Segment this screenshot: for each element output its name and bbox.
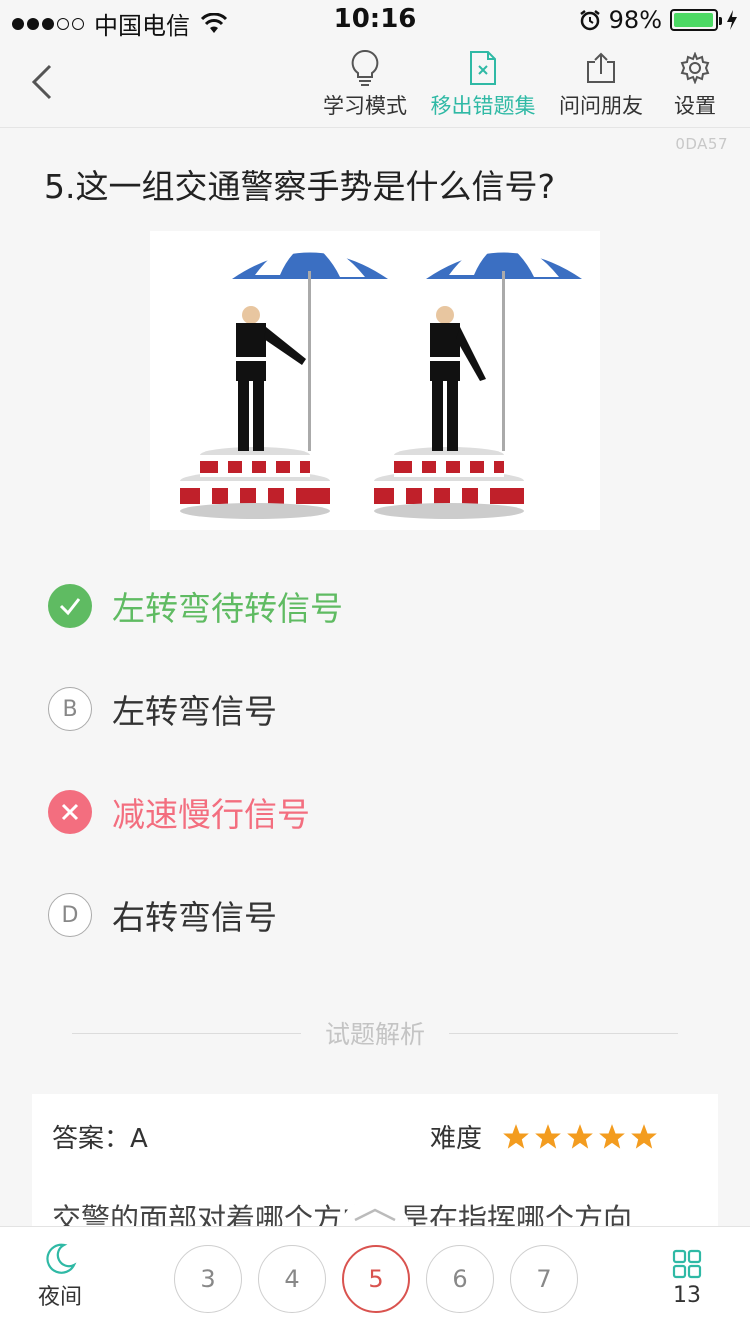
star-icon <box>631 1123 657 1149</box>
question-image <box>150 231 600 530</box>
option-c[interactable]: 减速慢行信号 <box>48 788 310 836</box>
question-pager: 3 4 5 6 7 <box>174 1245 578 1313</box>
option-d[interactable]: D 右转弯信号 <box>48 891 277 939</box>
question-id: 0DA57 <box>675 135 728 153</box>
page-button[interactable]: 4 <box>258 1245 326 1313</box>
star-icon <box>535 1123 561 1149</box>
option-d-mark: D <box>48 893 92 937</box>
settings-label: 设置 <box>674 94 716 118</box>
option-c-text: 减速慢行信号 <box>112 795 310 834</box>
question-text: 5.这一组交通警察手势是什么信号? <box>44 167 556 206</box>
difficulty: 难度 <box>430 1118 658 1155</box>
battery-icon <box>670 9 722 31</box>
answer-label: 答案：A <box>52 1124 148 1154</box>
check-icon <box>48 584 92 628</box>
chevron-left-icon <box>31 64 52 100</box>
analysis-divider: 试题解析 <box>72 1018 679 1049</box>
page-button[interactable]: 7 <box>510 1245 578 1313</box>
option-a-text: 左转弯待转信号 <box>112 589 343 628</box>
charging-icon <box>727 10 737 30</box>
study-mode-label: 学习模式 <box>323 94 407 118</box>
share-icon <box>581 48 621 88</box>
difficulty-stars <box>502 1123 658 1151</box>
nav-bar: 学习模式 移出错题集 问问朋友 设置 <box>0 40 750 128</box>
page-button[interactable]: 3 <box>174 1245 242 1313</box>
ask-friend-label: 问问朋友 <box>559 94 643 118</box>
star-icon <box>503 1123 529 1149</box>
night-mode-button[interactable]: 夜间 <box>38 1241 82 1311</box>
remove-file-icon <box>463 48 503 88</box>
star-icon <box>599 1123 625 1149</box>
star-icon <box>567 1123 593 1149</box>
night-mode-label: 夜间 <box>38 1285 83 1310</box>
status-bar: 中国电信 10:16 98% <box>0 0 750 40</box>
settings-button[interactable]: 设置 <box>660 48 730 120</box>
option-d-text: 右转弯信号 <box>112 898 277 937</box>
analysis-title: 试题解析 <box>325 1020 426 1049</box>
bottom-bar: 夜间 3 4 5 6 7 13 <box>0 1226 750 1334</box>
battery-percent: 98% <box>608 6 662 34</box>
grid-icon <box>672 1249 702 1279</box>
remove-from-wrong-set-label: 移出错题集 <box>430 94 536 118</box>
traffic-police-figure-right <box>374 241 582 519</box>
option-b-text: 左转弯信号 <box>112 692 277 731</box>
cross-icon <box>48 790 92 834</box>
chevron-up-icon <box>354 1208 396 1222</box>
question-total-count: 13 <box>673 1283 701 1308</box>
gear-icon <box>675 48 715 88</box>
alarm-icon <box>579 10 600 31</box>
traffic-police-figure-left <box>180 241 388 519</box>
question-grid-button[interactable]: 13 <box>672 1249 702 1308</box>
option-b-mark: B <box>48 687 92 731</box>
lightbulb-icon <box>345 48 385 88</box>
ask-friend-button[interactable]: 问问朋友 <box>542 48 660 120</box>
page-button[interactable]: 6 <box>426 1245 494 1313</box>
moon-icon <box>46 1243 77 1274</box>
study-mode-button[interactable]: 学习模式 <box>306 48 424 120</box>
remove-from-wrong-set-button[interactable]: 移出错题集 <box>424 48 542 120</box>
difficulty-label: 难度 <box>430 1124 483 1154</box>
option-a[interactable]: 左转弯待转信号 <box>48 582 343 630</box>
back-button[interactable] <box>20 60 64 104</box>
option-b[interactable]: B 左转弯信号 <box>48 685 277 733</box>
page-button-current[interactable]: 5 <box>342 1245 410 1313</box>
